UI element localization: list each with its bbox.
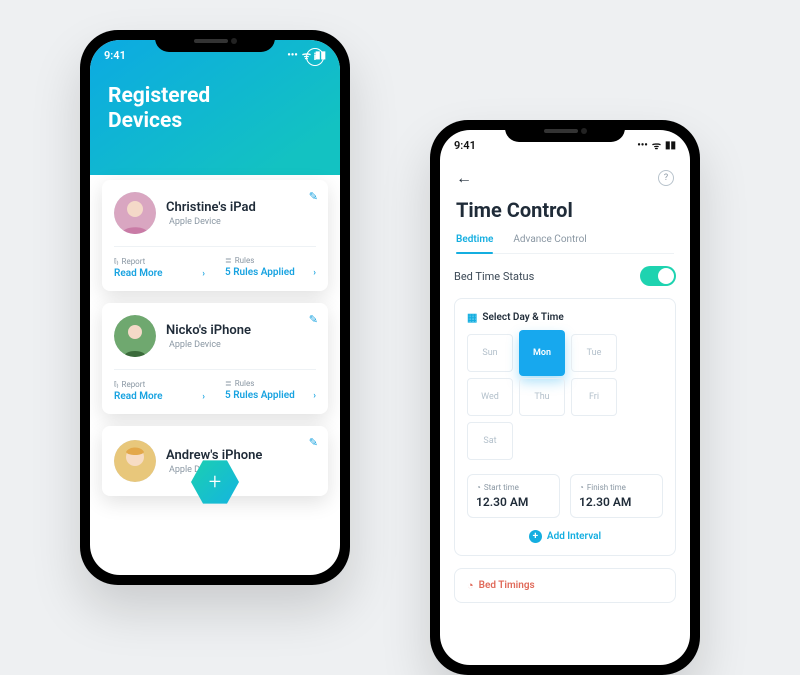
device-card[interactable]: ✎ Nicko's iPhone Apple Device ⫾₎Report R… bbox=[102, 303, 328, 414]
device-name: Andrew's iPhone bbox=[166, 448, 262, 463]
list-icon: ≣ bbox=[225, 379, 232, 388]
device-card[interactable]: ✎ Christine's iPad Apple Device ⫾₎Report… bbox=[102, 180, 328, 291]
phone-time-control: 9:41 •••ᯤ▮▮ ← ? Time Control Bedtime Adv… bbox=[430, 120, 700, 675]
clock-icon: ◔ bbox=[467, 579, 474, 592]
device-card[interactable]: ✎ Andrew's iPhone Apple Device + bbox=[102, 426, 328, 496]
chevron-right-icon: › bbox=[313, 268, 316, 278]
device-list: ✎ Christine's iPad Apple Device ⫾₎Report… bbox=[102, 180, 328, 508]
help-icon[interactable]: ? bbox=[658, 170, 674, 186]
back-button[interactable]: ← bbox=[456, 168, 472, 188]
start-time-input[interactable]: ◔Start time 12.30 AM bbox=[467, 474, 560, 518]
day-mon[interactable]: Mon bbox=[519, 330, 565, 376]
status-icons: •••ᯤ▮▮ bbox=[287, 48, 326, 62]
day-thu[interactable]: Thu bbox=[519, 378, 565, 416]
screen-right: 9:41 •••ᯤ▮▮ ← ? Time Control Bedtime Adv… bbox=[440, 130, 690, 665]
screen-left: 9:41 •••ᯤ▮▮ i Registered Devices ✎ Chris… bbox=[90, 40, 340, 575]
device-type: Apple Device bbox=[166, 217, 256, 227]
list-icon: ≣ bbox=[225, 256, 232, 265]
clock-icon: ◔ bbox=[476, 483, 481, 492]
notch bbox=[505, 120, 625, 142]
status-time: 9:41 bbox=[104, 49, 126, 62]
device-name: Christine's iPad bbox=[166, 200, 256, 215]
status-icons: •••ᯤ▮▮ bbox=[637, 138, 676, 152]
bedtime-status-label: Bed Time Status bbox=[454, 270, 534, 283]
plus-icon: + bbox=[529, 530, 542, 543]
device-type: Apple Device bbox=[166, 340, 251, 350]
day-tue[interactable]: Tue bbox=[571, 334, 617, 372]
calendar-icon: ▦ bbox=[467, 311, 477, 324]
day-sun[interactable]: Sun bbox=[467, 334, 513, 372]
phone-registered-devices: 9:41 •••ᯤ▮▮ i Registered Devices ✎ Chris… bbox=[80, 30, 350, 585]
header: 9:41 •••ᯤ▮▮ i Registered Devices bbox=[90, 40, 340, 175]
rules-link[interactable]: ≣Rules 5 Rules Applied› bbox=[225, 379, 316, 402]
edit-icon[interactable]: ✎ bbox=[309, 436, 318, 449]
notch bbox=[155, 30, 275, 52]
day-wed[interactable]: Wed bbox=[467, 378, 513, 416]
chart-icon: ⫾₎ bbox=[114, 256, 119, 266]
avatar bbox=[114, 440, 156, 482]
device-name: Nicko's iPhone bbox=[166, 323, 251, 338]
edit-icon[interactable]: ✎ bbox=[309, 190, 318, 203]
report-link[interactable]: ⫾₎Report Read More› bbox=[114, 256, 205, 279]
bed-timings-panel[interactable]: ◔Bed Timings bbox=[454, 568, 676, 603]
tab-bedtime[interactable]: Bedtime bbox=[456, 234, 493, 253]
chevron-right-icon: › bbox=[313, 391, 316, 401]
finish-time-input[interactable]: ◔Finish time 12.30 AM bbox=[570, 474, 663, 518]
bedtime-toggle[interactable] bbox=[640, 266, 676, 286]
report-link[interactable]: ⫾₎Report Read More› bbox=[114, 379, 205, 402]
clock-icon: ◔ bbox=[579, 483, 584, 492]
tab-advance-control[interactable]: Advance Control bbox=[513, 234, 586, 253]
edit-icon[interactable]: ✎ bbox=[309, 313, 318, 326]
page-title: Time Control bbox=[456, 198, 674, 222]
day-picker: Sun Mon Tue Wed Thu Fri Sat bbox=[467, 334, 663, 460]
add-interval-button[interactable]: + Add Interval bbox=[467, 530, 663, 543]
chevron-right-icon: › bbox=[202, 269, 205, 279]
day-sat[interactable]: Sat bbox=[467, 422, 513, 460]
status-time: 9:41 bbox=[454, 139, 476, 152]
chart-icon: ⫾₎ bbox=[114, 379, 119, 389]
avatar bbox=[114, 315, 156, 357]
avatar bbox=[114, 192, 156, 234]
chevron-right-icon: › bbox=[202, 392, 205, 402]
rules-link[interactable]: ≣Rules 5 Rules Applied› bbox=[225, 256, 316, 279]
day-fri[interactable]: Fri bbox=[571, 378, 617, 416]
day-time-panel: ▦Select Day & Time Sun Mon Tue Wed Thu F… bbox=[454, 298, 676, 556]
tabs: Bedtime Advance Control bbox=[456, 234, 674, 254]
page-title: Registered Devices bbox=[90, 70, 340, 134]
